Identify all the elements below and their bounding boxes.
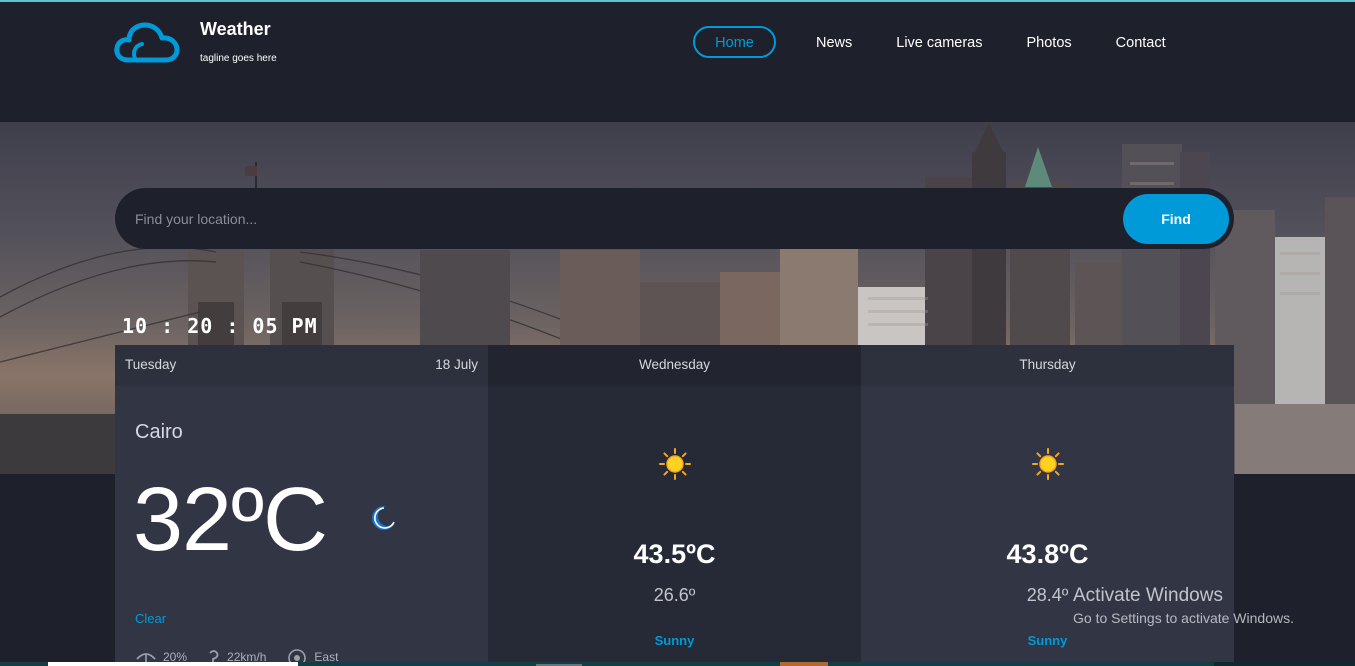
nav-news[interactable]: News <box>794 26 874 58</box>
main-nav: Home News Live cameras Photos Contact <box>693 26 1188 58</box>
nav-contact[interactable]: Contact <box>1094 26 1188 58</box>
day-2-min-temp: 26.6º <box>653 585 696 605</box>
day-2-condition: Sunny <box>654 633 695 648</box>
taskbar-tray[interactable] <box>1214 662 1355 666</box>
day-2-name: Wednesday <box>638 357 711 372</box>
nav-photos[interactable]: Photos <box>1005 26 1094 58</box>
sun-icon <box>1032 448 1064 480</box>
day-3-header: Thursday <box>861 345 1234 386</box>
weather-page: Weather tagline goes here Home News Live… <box>0 0 1355 666</box>
moon-icon <box>372 506 397 530</box>
day-3-condition: Sunny <box>1027 633 1068 648</box>
today-header: Tuesday 18 July <box>115 345 488 386</box>
find-button[interactable]: Find <box>1123 194 1229 244</box>
logo[interactable]: Weather tagline goes here <box>114 19 277 64</box>
taskbar-search-box[interactable] <box>48 662 298 666</box>
watermark-subtitle: Go to Settings to activate Windows. <box>1073 610 1294 626</box>
cloud-icon <box>114 22 180 63</box>
brand-name: Weather <box>200 19 271 39</box>
nav-home[interactable]: Home <box>693 26 776 58</box>
day-2-max-temp: 43.5ºC <box>633 539 716 569</box>
nav-live-cameras[interactable]: Live cameras <box>874 26 1004 58</box>
digital-clock: 10 : 20 : 05 PM <box>122 314 318 338</box>
day-3-max-temp: 43.8ºC <box>1006 539 1089 569</box>
day-3-name: Thursday <box>1019 357 1076 372</box>
city-name: Cairo <box>135 421 183 443</box>
today-day: Tuesday <box>125 357 177 372</box>
search-input[interactable] <box>135 188 1085 249</box>
windows-activation-watermark: Activate Windows Go to Settings to activ… <box>1073 585 1294 626</box>
watermark-title: Activate Windows <box>1073 585 1223 606</box>
brand-tagline: tagline goes here <box>200 53 277 64</box>
today-date: 18 July <box>435 357 478 372</box>
current-temperature: 32ºC <box>133 470 328 570</box>
day-2-header: Wednesday <box>488 345 861 386</box>
sun-icon <box>659 448 691 480</box>
search-bar: Find <box>115 188 1234 249</box>
site-header: Weather tagline goes here Home News Live… <box>0 2 1355 122</box>
today-condition: Clear <box>135 611 167 626</box>
forecast-today: Tuesday 18 July Cairo 32ºC Clear 20% 22k… <box>115 345 488 666</box>
forecast-container: Tuesday 18 July Cairo 32ºC Clear 20% 22k… <box>115 345 1234 666</box>
forecast-day-2: Wednesday 43.5ºC 26.6º Sunny <box>488 345 861 666</box>
taskbar-app-active[interactable] <box>780 662 828 666</box>
